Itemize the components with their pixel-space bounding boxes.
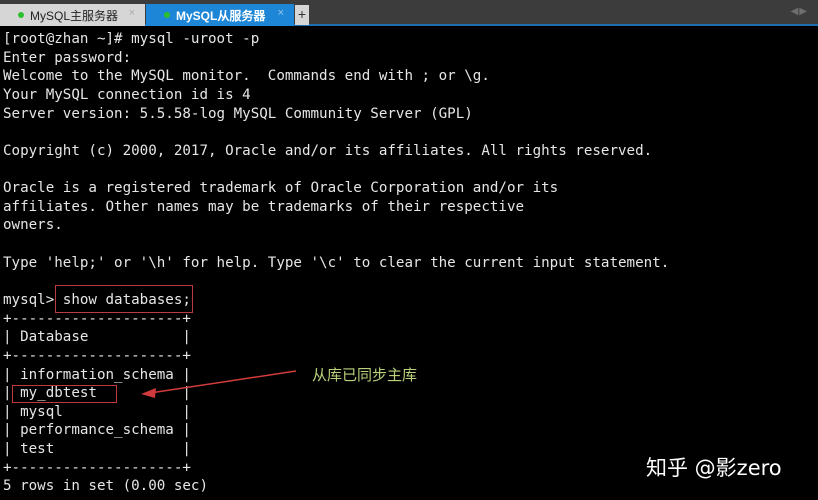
tab-mysql-master[interactable]: MySQL主服务器 × bbox=[0, 4, 145, 26]
terminal-line: Enter password: bbox=[3, 49, 132, 66]
terminal-line: Copyright (c) 2000, 2017, Oracle and/or … bbox=[3, 142, 653, 159]
terminal-output[interactable]: [root@zhan ~]# mysql -uroot -p Enter pass… bbox=[3, 30, 669, 496]
terminal-line: [root@zhan ~]# mysql -uroot -p bbox=[3, 31, 260, 47]
tab-label: MySQL从服务器 bbox=[176, 8, 266, 23]
database-highlight-box bbox=[12, 385, 117, 403]
close-icon[interactable]: × bbox=[129, 7, 135, 19]
terminal-line: Welcome to the MySQL monitor. Commands e… bbox=[3, 68, 490, 85]
terminal-line: +--------------------+ bbox=[3, 347, 191, 364]
terminal-line: | performance_schema | bbox=[3, 422, 191, 439]
annotation-label: 从库已同步主库 bbox=[312, 366, 418, 384]
tab-bar: MySQL主服务器 × MySQL从服务器 × + ◀▶ bbox=[0, 0, 818, 26]
terminal-line: Your MySQL connection id is 4 bbox=[3, 86, 251, 103]
command-highlight-box bbox=[55, 285, 193, 313]
terminal-line: +--------------------+ bbox=[3, 459, 191, 476]
terminal-line: Type 'help;' or '\h' for help. Type '\c'… bbox=[3, 254, 670, 271]
terminal-line: | test | bbox=[3, 441, 191, 458]
terminal-line: | mysql | bbox=[3, 403, 191, 420]
terminal-line: affiliates. Other names may be trademark… bbox=[3, 198, 525, 215]
terminal-line: | Database | bbox=[3, 329, 191, 346]
status-dot-icon bbox=[164, 12, 170, 18]
terminal-line: owners. bbox=[3, 217, 63, 234]
close-icon[interactable]: × bbox=[278, 7, 284, 19]
terminal-line: 5 rows in set (0.00 sec) bbox=[3, 478, 208, 495]
terminal-line: Server version: 5.5.58-log MySQL Communi… bbox=[3, 105, 473, 122]
status-dot-icon bbox=[18, 12, 24, 18]
terminal-line: Oracle is a registered trademark of Orac… bbox=[3, 180, 559, 197]
watermark: 知乎 @影zero bbox=[646, 456, 782, 480]
tab-scroll-arrows-icon[interactable]: ◀▶ bbox=[791, 6, 808, 17]
add-tab-button[interactable]: + bbox=[295, 5, 309, 25]
tab-mysql-slave[interactable]: MySQL从服务器 × bbox=[146, 4, 294, 26]
tab-label: MySQL主服务器 bbox=[30, 8, 119, 23]
